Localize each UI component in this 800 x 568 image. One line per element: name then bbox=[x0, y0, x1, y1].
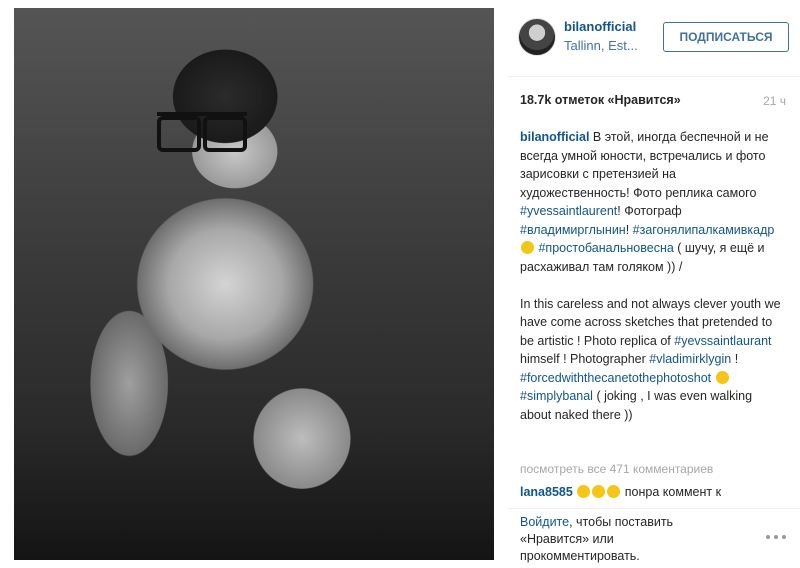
post-sidebar: bilanofficial Tallinn, Est... ПОДПИСАТЬС… bbox=[507, 0, 800, 568]
caption-en: In this careless and not always clever y… bbox=[520, 295, 782, 425]
post-time[interactable]: 21 ч bbox=[763, 94, 786, 108]
hashtag-link[interactable]: #владимирглынин bbox=[520, 223, 626, 237]
header-location[interactable]: Tallinn, Est... bbox=[564, 38, 638, 53]
caption-username[interactable]: bilanofficial bbox=[520, 130, 589, 144]
view-all-comments-link[interactable]: посмотреть все 471 комментариев bbox=[520, 462, 713, 476]
follow-button[interactable]: ПОДПИСАТЬСЯ bbox=[663, 22, 789, 52]
post-photo[interactable] bbox=[14, 8, 494, 560]
caption-text: ! Фотограф bbox=[617, 204, 682, 218]
more-options-icon[interactable] bbox=[766, 534, 786, 540]
sad-face-emoji-icon bbox=[715, 370, 729, 384]
more-dot bbox=[782, 535, 786, 539]
avatar[interactable] bbox=[518, 18, 556, 56]
more-dot bbox=[774, 535, 778, 539]
sad-face-emoji-icon bbox=[592, 485, 606, 498]
divider bbox=[507, 508, 800, 509]
hashtag-link[interactable]: #yevssaintlaurant bbox=[674, 334, 771, 348]
post-photo-area bbox=[0, 0, 507, 568]
hashtag-link[interactable]: #yvessaintlaurent bbox=[520, 204, 617, 218]
sad-face-emoji-icon bbox=[577, 485, 591, 498]
likes-count[interactable]: 18.7k отметок «Нравится» bbox=[520, 93, 681, 107]
caption-ru: bilanofficial В этой, иногда беспечной и… bbox=[520, 128, 782, 276]
caption-text: ! bbox=[625, 222, 633, 237]
comment-text: понра коммент к bbox=[621, 485, 722, 499]
login-prompt: Войдите, чтобы поставить «Нравится» или … bbox=[520, 514, 720, 565]
login-link[interactable]: Войдите bbox=[520, 515, 569, 529]
hashtag-link[interactable]: #simplybanal bbox=[520, 389, 593, 403]
post-header: bilanofficial Tallinn, Est... ПОДПИСАТЬС… bbox=[507, 12, 800, 62]
divider bbox=[507, 76, 800, 77]
comment-item: lana8585 понра коммент к bbox=[520, 485, 721, 499]
hashtag-link[interactable]: #forcedwiththecanetothephotoshot bbox=[520, 371, 711, 385]
header-username[interactable]: bilanofficial bbox=[564, 19, 636, 34]
post-caption: bilanofficial В этой, иногда беспечной и… bbox=[520, 128, 782, 424]
sad-face-emoji-icon bbox=[607, 485, 621, 498]
hashtag-link[interactable]: #простобанальновесна bbox=[538, 241, 673, 255]
hashtag-link[interactable]: #vladimirklygin bbox=[649, 352, 731, 366]
comment-username[interactable]: lana8585 bbox=[520, 485, 573, 499]
glasses-shape bbox=[157, 112, 247, 152]
more-dot bbox=[766, 535, 770, 539]
sad-face-emoji-icon bbox=[521, 241, 534, 254]
hashtag-link[interactable]: #загонялипалкамивкадр bbox=[633, 223, 775, 237]
caption-text: ! bbox=[731, 352, 739, 366]
caption-text: himself ! Photographer bbox=[520, 352, 650, 366]
